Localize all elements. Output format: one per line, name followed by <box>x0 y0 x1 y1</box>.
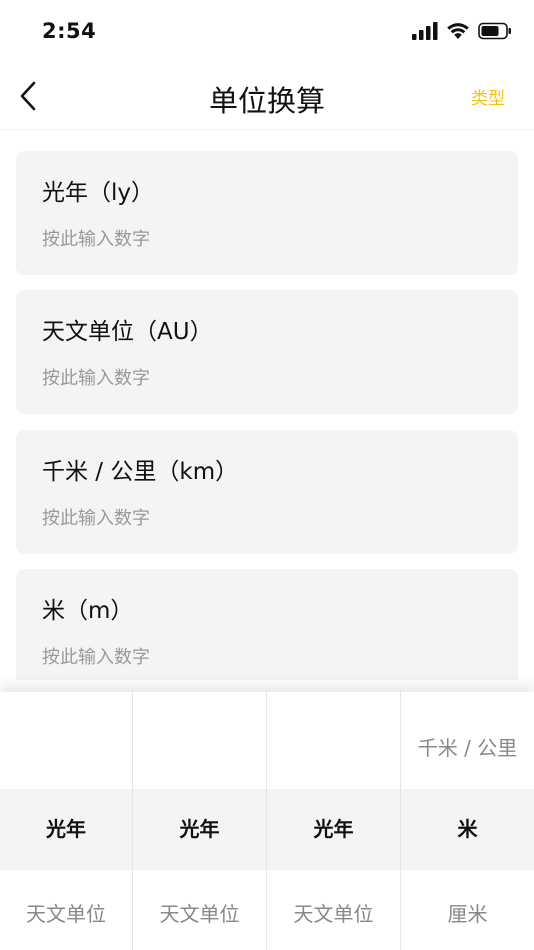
picker-column-4[interactable]: 千米 / 公里 米 厘米 <box>401 692 534 950</box>
unit-name: 天文单位（AU） <box>42 319 213 345</box>
status-bar: 2:54 <box>0 0 534 64</box>
status-time: 2:54 <box>42 19 97 43</box>
picker-column-2[interactable]: 光年 天文单位 <box>133 692 267 950</box>
picker-option[interactable]: 天文单位 <box>267 898 400 927</box>
type-button[interactable]: 类型 <box>471 84 505 109</box>
unit-name: 千米 / 公里（km） <box>42 459 239 485</box>
unit-card-light-year[interactable]: 光年（ly） <box>16 151 518 275</box>
unit-name: 光年（ly） <box>42 180 155 206</box>
status-icons <box>412 22 512 40</box>
picker-option-selected[interactable]: 光年 <box>267 789 400 870</box>
signal-icon <box>412 22 438 40</box>
picker-column-1[interactable]: 光年 天文单位 <box>0 692 133 950</box>
meter-input[interactable] <box>42 643 492 671</box>
picker-option[interactable]: 千米 / 公里 <box>401 732 534 761</box>
light-year-input[interactable] <box>42 225 492 253</box>
page-title: 单位换算 <box>208 84 325 118</box>
picker-option[interactable]: 厘米 <box>401 898 534 927</box>
wifi-icon <box>447 23 469 39</box>
picker-option-selected[interactable]: 米 <box>401 789 534 870</box>
picker-column-3[interactable]: 光年 天文单位 <box>267 692 401 950</box>
battery-icon <box>478 22 511 40</box>
picker-option[interactable]: 天文单位 <box>133 898 266 927</box>
picker-option-selected[interactable]: 光年 <box>0 789 132 870</box>
unit-list[interactable]: 光年（ly） 天文单位（AU） 千米 / 公里（km） 米（m） <box>0 130 534 680</box>
unit-picker[interactable]: 光年 天文单位 光年 天文单位 光年 天文单位 千米 / 公里 米 厘米 <box>0 692 534 950</box>
unit-card-km[interactable]: 千米 / 公里（km） <box>16 430 518 554</box>
nav-bar: 单位换算 类型 <box>0 64 534 130</box>
unit-name: 米（m） <box>42 598 134 624</box>
unit-card-au[interactable]: 天文单位（AU） <box>16 290 518 414</box>
km-input[interactable] <box>42 504 492 532</box>
picker-option-selected[interactable]: 光年 <box>133 789 266 870</box>
au-input[interactable] <box>42 364 492 392</box>
picker-option[interactable]: 天文单位 <box>0 898 132 927</box>
unit-card-meter[interactable]: 米（m） <box>16 569 518 680</box>
